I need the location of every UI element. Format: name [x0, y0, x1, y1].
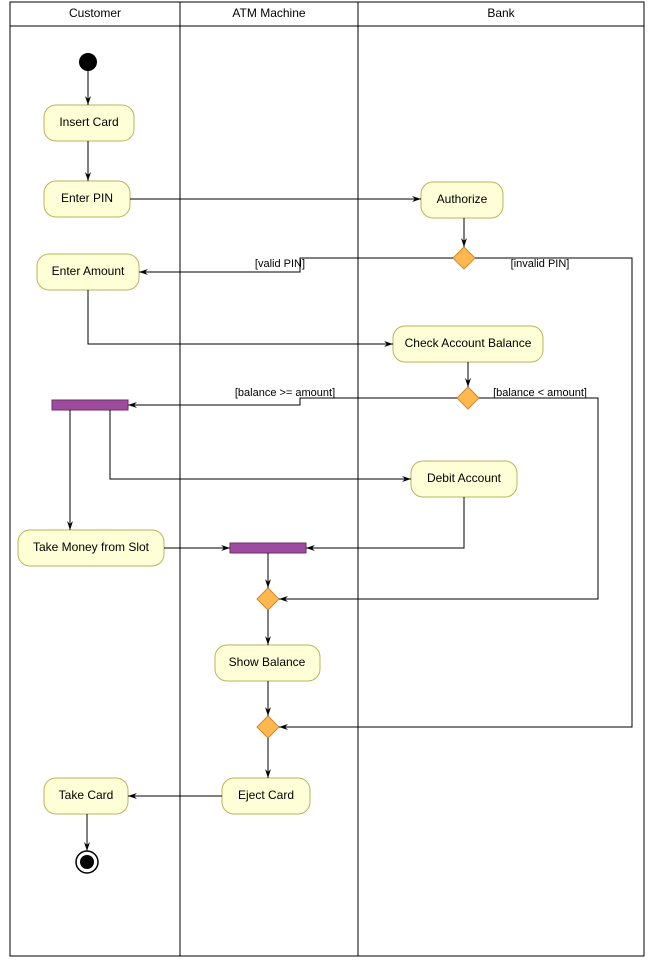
lane-body-atm: [180, 26, 358, 956]
label-enter-pin: Enter PIN: [61, 191, 113, 205]
label-eject-card: Eject Card: [238, 788, 294, 802]
fork-bar: [52, 400, 128, 410]
lane-body-customer: [10, 26, 180, 956]
lane-title-bank: Bank: [487, 6, 515, 20]
label-debit-account: Debit Account: [427, 471, 502, 485]
label-show-balance: Show Balance: [229, 655, 306, 669]
label-check-balance: Check Account Balance: [405, 336, 532, 350]
join-bar: [230, 543, 306, 553]
label-insert-card: Insert Card: [59, 115, 118, 129]
label-authorize: Authorize: [437, 192, 488, 206]
guard-invalid-pin: [invalid PIN]: [511, 258, 570, 270]
activity-diagram: Customer ATM Machine Bank Insert Card En…: [0, 0, 654, 961]
lane-title-atm: ATM Machine: [232, 6, 305, 20]
lane-title-customer: Customer: [69, 6, 121, 20]
label-take-card: Take Card: [59, 788, 114, 802]
initial-node: [79, 53, 97, 71]
guard-balance-lt: [balance < amount]: [493, 387, 587, 399]
guard-balance-ge: [balance >= amount]: [235, 387, 335, 399]
label-enter-amount: Enter Amount: [52, 264, 125, 278]
final-node-inner: [80, 855, 94, 869]
label-take-money: Take Money from Slot: [33, 540, 150, 554]
guard-valid-pin: [valid PIN]: [255, 258, 305, 270]
